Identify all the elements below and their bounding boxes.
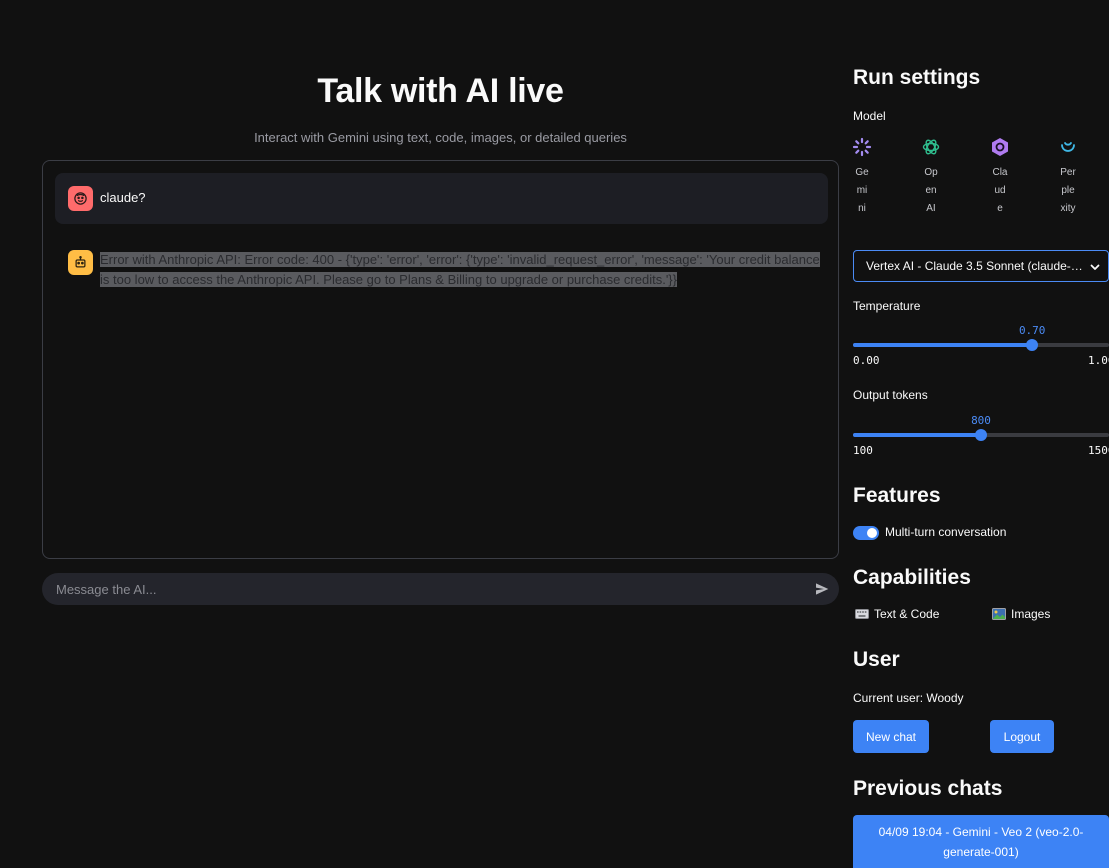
- model-option-label: OpenAI: [924, 167, 938, 214]
- model-select-value: Vertex AI - Claude 3.5 Sonnet (claude-3-…: [866, 259, 1088, 273]
- output-tokens-value: 800: [971, 414, 991, 427]
- temperature-label: Temperature: [853, 299, 921, 313]
- output-tokens-slider[interactable]: 800: [853, 414, 1109, 441]
- temperature-slider-thumb[interactable]: [1026, 339, 1039, 351]
- capabilities-heading: Capabilities: [853, 566, 971, 589]
- user-heading: User: [853, 648, 900, 671]
- bot-avatar-icon: [68, 250, 93, 275]
- model-option-perplexity[interactable]: Perplexity: [1058, 137, 1078, 218]
- output-tokens-label: Output tokens: [853, 388, 928, 402]
- user-message-text: claude?: [100, 190, 146, 205]
- output-tokens-min: 100: [853, 444, 873, 457]
- claude-icon: [990, 137, 1010, 157]
- previous-chat-item[interactable]: 04/09 19:04 - Gemini - Veo 2 (veo-2.0-ge…: [853, 815, 1109, 868]
- model-option-label: Perplexity: [1060, 167, 1076, 214]
- model-label: Model: [853, 109, 886, 123]
- temperature-min: 0.00: [853, 354, 880, 367]
- current-user-text: Current user: Woody: [853, 691, 964, 705]
- model-option-label: Claude: [992, 167, 1008, 214]
- perplexity-icon: [1058, 137, 1078, 157]
- capability-text-code: Text & Code: [855, 607, 939, 621]
- temperature-slider-fill: [853, 343, 1033, 347]
- run-settings-heading: Run settings: [853, 66, 981, 89]
- multi-turn-label: Multi-turn conversation: [885, 525, 1007, 539]
- page-title: Talk with AI live: [317, 72, 564, 110]
- multi-turn-toggle[interactable]: [853, 526, 879, 540]
- assistant-message: Error with Anthropic API: Error code: 40…: [100, 250, 827, 290]
- chat-history-panel: claude? Error with Anthropic API: Error …: [42, 160, 839, 559]
- model-option-label: Gemini: [855, 167, 869, 214]
- chat-input-bar: [42, 573, 839, 605]
- message-input[interactable]: [42, 580, 782, 598]
- new-chat-button[interactable]: New chat: [853, 720, 929, 753]
- temperature-slider[interactable]: 0.70: [853, 324, 1109, 351]
- features-heading: Features: [853, 484, 941, 507]
- page-subtitle: Interact with Gemini using text, code, i…: [254, 130, 627, 145]
- temperature-max: 1.00: [1088, 354, 1109, 367]
- output-tokens-slider-fill: [853, 433, 981, 437]
- chevron-down-icon: [1088, 260, 1102, 277]
- model-option-openai[interactable]: OpenAI: [921, 137, 941, 218]
- assistant-message-text: Error with Anthropic API: Error code: 40…: [100, 252, 820, 287]
- temperature-value: 0.70: [1018, 324, 1046, 337]
- capability-label: Text & Code: [874, 607, 940, 621]
- capability-label: Images: [1011, 607, 1051, 621]
- capability-images: Images: [992, 607, 1050, 621]
- output-tokens-max: 1500: [1088, 444, 1109, 457]
- image-icon: [992, 608, 1006, 620]
- send-icon: [816, 583, 829, 595]
- logout-button[interactable]: Logout: [990, 720, 1054, 753]
- user-message: claude?: [55, 173, 828, 224]
- model-option-claude[interactable]: Claude: [990, 137, 1010, 218]
- output-tokens-slider-thumb[interactable]: [975, 429, 987, 441]
- send-button[interactable]: [813, 580, 831, 598]
- openai-icon: [921, 137, 941, 157]
- toggle-knob: [867, 528, 877, 538]
- user-avatar-icon: [68, 186, 93, 211]
- model-select[interactable]: Vertex AI - Claude 3.5 Sonnet (claude-3-…: [853, 250, 1109, 282]
- model-option-gemini[interactable]: Gemini: [852, 137, 872, 218]
- gemini-icon: [852, 137, 872, 157]
- keyboard-icon: [855, 609, 869, 619]
- previous-chats-heading: Previous chats: [853, 777, 1003, 800]
